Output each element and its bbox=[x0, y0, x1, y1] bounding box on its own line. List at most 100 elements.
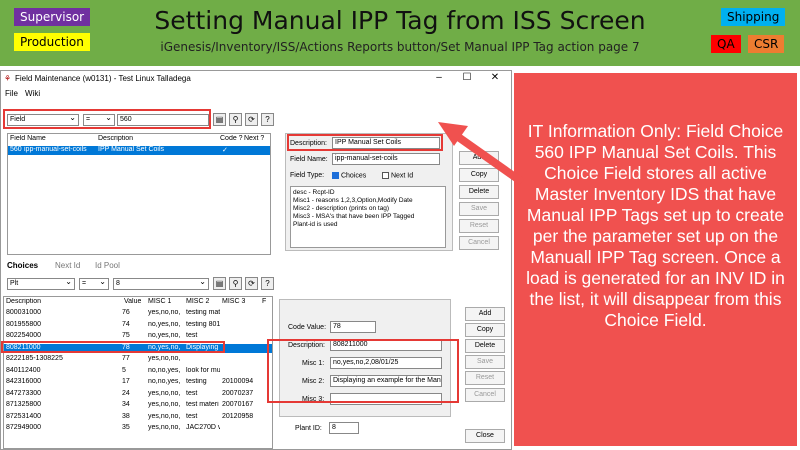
table-row[interactable]: 842316000 17 no,no,yes, testing 20100094 bbox=[4, 378, 272, 387]
supervisor-tag: Supervisor bbox=[14, 8, 91, 26]
cell-misc3: 20100094 bbox=[222, 378, 254, 385]
menu-bar: File Wiki bbox=[1, 88, 511, 100]
cell-value: 5 bbox=[122, 366, 126, 374]
field-name-input[interactable]: ipp-manual-set-coils bbox=[332, 153, 440, 165]
maximize-icon[interactable]: ☐ bbox=[457, 72, 477, 83]
choice-field-select[interactable]: Plt bbox=[7, 278, 75, 290]
save-button[interactable]: Save bbox=[459, 202, 499, 216]
cell-misc1: no,no,yes, bbox=[148, 366, 181, 374]
memo-line: Misc1 - reasons 1,2,3,Option,Modify Date bbox=[293, 197, 413, 204]
close-button[interactable]: Close bbox=[465, 429, 505, 443]
table-row[interactable]: 560 ipp-manual-set-coils IPP Manual Set … bbox=[8, 146, 270, 155]
table-row[interactable]: 802254000 75 no,yes,no, test bbox=[4, 332, 272, 341]
col-f[interactable]: F bbox=[262, 298, 266, 305]
refresh-icon[interactable]: ⟳ bbox=[245, 113, 258, 126]
cell-misc2: test materi bbox=[186, 401, 219, 408]
col-misc1[interactable]: MISC 1 bbox=[148, 298, 171, 305]
search-icon[interactable]: ⚲ bbox=[229, 113, 242, 126]
filter-highlight bbox=[3, 109, 211, 129]
reset-button[interactable]: Reset bbox=[459, 219, 499, 233]
row-field-name: ipp-manual-set-coils bbox=[24, 146, 87, 153]
cell-value: 77 bbox=[122, 355, 130, 362]
cell-misc1: yes,no,no, bbox=[148, 424, 181, 431]
col-description[interactable]: Description bbox=[6, 298, 41, 305]
table-row[interactable]: 800031000 76 yes,no,no, testing mat bbox=[4, 309, 272, 318]
table-row[interactable]: 872531400 38 yes,no,no, test 20120958 bbox=[4, 413, 272, 422]
row-field-number: 560 bbox=[10, 146, 22, 153]
col-description[interactable]: Description bbox=[98, 135, 133, 142]
description-highlight bbox=[287, 134, 443, 151]
next-id-label: Next Id bbox=[390, 172, 414, 180]
choice-add-button[interactable]: Add bbox=[465, 307, 505, 321]
cell-value: 75 bbox=[122, 332, 130, 339]
col-field-name[interactable]: Field Name bbox=[10, 135, 46, 142]
choice-search-icon[interactable]: ⚲ bbox=[229, 277, 242, 290]
shipping-tag: Shipping bbox=[721, 8, 786, 26]
table-row[interactable]: 847273300 24 yes,no,no, test 20070237 bbox=[4, 390, 272, 399]
menu-wiki[interactable]: Wiki bbox=[25, 89, 40, 98]
choice-copy-button[interactable]: Copy bbox=[465, 323, 505, 337]
choices-label: Choices bbox=[340, 172, 367, 180]
memo-line: Misc2 - description (prints on tag) bbox=[293, 205, 390, 212]
help-icon[interactable]: ? bbox=[261, 113, 274, 126]
choice-refresh-icon[interactable]: ⟳ bbox=[245, 277, 258, 290]
cell-description: 8222185-1308225 bbox=[6, 355, 63, 362]
cell-misc2: look for mu bbox=[186, 366, 220, 374]
filter-icon[interactable]: ▤ bbox=[213, 113, 226, 126]
col-code[interactable]: Code ? bbox=[220, 135, 243, 142]
cell-misc1: yes,no,no, bbox=[148, 309, 181, 316]
col-misc3[interactable]: MISC 3 bbox=[222, 298, 245, 305]
close-icon[interactable]: ✕ bbox=[485, 72, 505, 83]
choices-grid: Description Value MISC 1 MISC 2 MISC 3 F… bbox=[3, 296, 273, 449]
csr-tag: CSR bbox=[748, 35, 785, 53]
col-next[interactable]: Next ? bbox=[244, 135, 264, 142]
choice-value-input[interactable]: 8 bbox=[113, 278, 209, 290]
minimize-icon[interactable]: – bbox=[429, 72, 449, 83]
next-id-checkbox[interactable]: Next Id bbox=[382, 172, 413, 179]
cell-misc2: JAC270D v bbox=[186, 424, 220, 431]
cell-value: 17 bbox=[122, 378, 130, 385]
window-titlebar: ⚘ Field Maintenance (w0131) - Test Linux… bbox=[1, 71, 511, 87]
cell-misc3: 20120958 bbox=[222, 412, 254, 420]
qa-tag: QA bbox=[711, 35, 741, 53]
memo-line: Misc3 - MSA's that have been IPP Tagged bbox=[293, 213, 415, 220]
choices-header: Description Value MISC 1 MISC 2 MISC 3 F bbox=[4, 298, 272, 307]
cell-description: 872949000 bbox=[6, 424, 42, 431]
cell-misc2: test bbox=[186, 332, 198, 339]
row-description: IPP Manual Set Coils bbox=[98, 146, 165, 153]
choice-delete-button[interactable]: Delete bbox=[465, 339, 505, 353]
tab-next-id[interactable]: Next Id bbox=[55, 261, 80, 270]
tab-id-pool[interactable]: Id Pool bbox=[95, 261, 120, 270]
col-misc2[interactable]: MISC 2 bbox=[186, 298, 209, 305]
cell-description: 802254000 bbox=[6, 332, 42, 339]
tab-choices[interactable]: Choices bbox=[7, 261, 38, 270]
field-notes-memo[interactable]: desc - Rcpt-ID Misc1 - reasons 1,2,3,Opt… bbox=[290, 186, 446, 248]
menu-file[interactable]: File bbox=[5, 89, 18, 98]
field-name-label: Field Name: bbox=[290, 156, 328, 163]
field-type-label: Field Type: bbox=[290, 172, 325, 179]
table-row[interactable]: 801955800 74 no,yes,no, testing 801 bbox=[4, 321, 272, 330]
code-value-label: Code Value: bbox=[288, 324, 327, 331]
header-banner: Supervisor Production Setting Manual IPP… bbox=[0, 0, 800, 66]
table-row[interactable]: 872949000 35 yes,no,no, JAC270D v bbox=[4, 424, 272, 433]
choices-checkbox[interactable]: Choices bbox=[332, 172, 366, 179]
production-tag: Production bbox=[14, 33, 90, 51]
table-row[interactable]: 840112400 5 no,no,yes, look for mu bbox=[4, 367, 272, 376]
cell-misc1: no,yes,no, bbox=[148, 332, 181, 339]
app-icon: ⚘ bbox=[4, 74, 12, 83]
table-row[interactable]: 871325800 34 yes,no,no, test materi 20070167 bbox=[4, 401, 272, 410]
choice-filter-icon[interactable]: ▤ bbox=[213, 277, 226, 290]
choice-save-button[interactable]: Save bbox=[465, 355, 505, 369]
choice-reset-button[interactable]: Reset bbox=[465, 371, 505, 385]
table-row[interactable]: 8222185-1308225 77 yes,no,no, bbox=[4, 355, 272, 364]
choice-help-icon[interactable]: ? bbox=[261, 277, 274, 290]
callout-arrow bbox=[438, 122, 525, 186]
code-value-input[interactable]: 78 bbox=[330, 321, 376, 333]
col-value[interactable]: Value bbox=[124, 298, 141, 305]
cancel-button[interactable]: Cancel bbox=[459, 236, 499, 250]
plant-id-input[interactable]: 8 bbox=[329, 422, 359, 434]
choice-cancel-button[interactable]: Cancel bbox=[465, 388, 505, 402]
row-code-check: ✓ bbox=[222, 147, 228, 154]
cell-description: 872531400 bbox=[6, 412, 42, 420]
choice-operator-select[interactable]: = bbox=[79, 278, 109, 290]
